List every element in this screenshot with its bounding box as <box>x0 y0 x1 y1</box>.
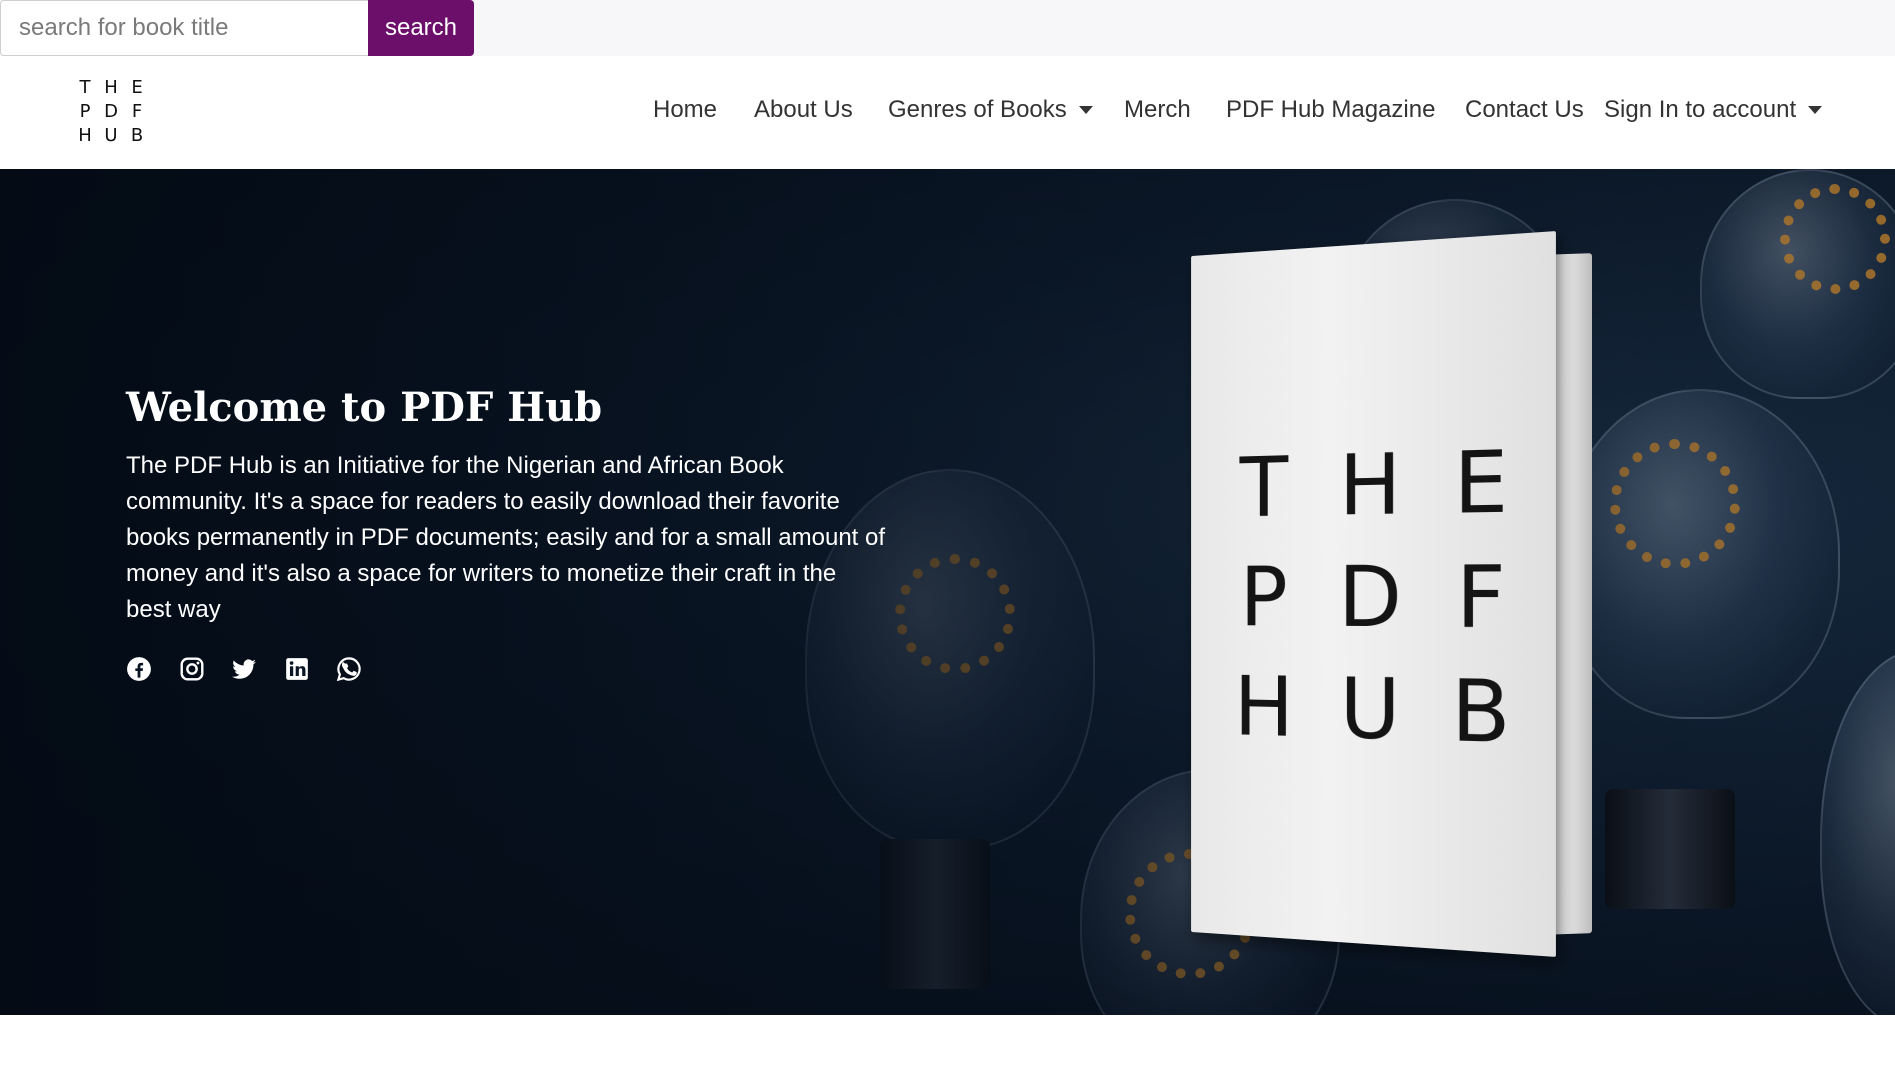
nav-item-sign-in[interactable]: Sign In to account <box>1604 96 1823 124</box>
nav-item-label: Contact Us <box>1465 96 1584 123</box>
search-input[interactable] <box>0 0 369 56</box>
book-cover-letter: F <box>1456 546 1506 648</box>
book-cover-letter: U <box>1339 659 1401 760</box>
linkedin-icon[interactable] <box>284 656 310 682</box>
book-cover: T H E P D F H U B <box>1191 231 1556 957</box>
hero-description: The PDF Hub is an Initiative for the Nig… <box>126 452 886 623</box>
navbar: T H E P D F H U B Home About Us Genres o… <box>0 56 1895 169</box>
hero-banner: Welcome to PDF Hub The PDF Hub is an Ini… <box>0 169 1895 1015</box>
nav-item-genres-of-books[interactable]: Genres of Books <box>888 96 1093 124</box>
nav-item-label: Home <box>653 96 718 123</box>
twitter-icon[interactable] <box>231 656 257 682</box>
book-cover-row: T H E <box>1226 424 1522 542</box>
nav-item-label: Genres of Books <box>888 96 1067 123</box>
book-cover-logo: T H E P D F H U B <box>1226 424 1522 770</box>
book-cover-image: T H E P D F H U B <box>1182 231 1612 957</box>
whatsapp-icon[interactable] <box>336 656 362 682</box>
book-cover-letter: H <box>1338 434 1402 535</box>
book-cover-letter: B <box>1451 661 1511 763</box>
caret-down-icon <box>1078 106 1093 114</box>
hero-title: Welcome to PDF Hub <box>126 384 603 431</box>
facebook-icon[interactable] <box>126 656 152 682</box>
search-button[interactable]: search <box>368 0 474 56</box>
book-cover-letter: T <box>1239 438 1289 536</box>
nav-item-label: PDF Hub Magazine <box>1226 96 1436 123</box>
nav-item-merch[interactable]: Merch <box>1124 96 1191 124</box>
book-cover-letter: P <box>1239 548 1288 646</box>
search-bar: search <box>0 0 1895 56</box>
book-cover-letter: E <box>1453 431 1509 533</box>
nav-item-contact-us[interactable]: Contact Us <box>1465 96 1584 124</box>
nav-item-label: Sign In to account <box>1604 96 1797 123</box>
nav-item-home[interactable]: Home <box>653 96 717 124</box>
nav-links: Home About Us Genres of Books Merch PDF … <box>0 56 1895 169</box>
nav-item-about-us[interactable]: About Us <box>754 96 853 124</box>
book-cover-row: P D F <box>1226 539 1522 654</box>
nav-item-pdf-hub-magazine[interactable]: PDF Hub Magazine <box>1226 96 1435 124</box>
book-cover-letter: H <box>1234 658 1294 756</box>
book-cover-row: H U B <box>1226 651 1522 770</box>
nav-item-label: Merch <box>1124 96 1191 123</box>
caret-down-icon <box>1808 106 1823 114</box>
instagram-icon[interactable] <box>179 656 205 682</box>
nav-item-label: About Us <box>754 96 853 123</box>
book-cover-letter: D <box>1338 547 1403 647</box>
